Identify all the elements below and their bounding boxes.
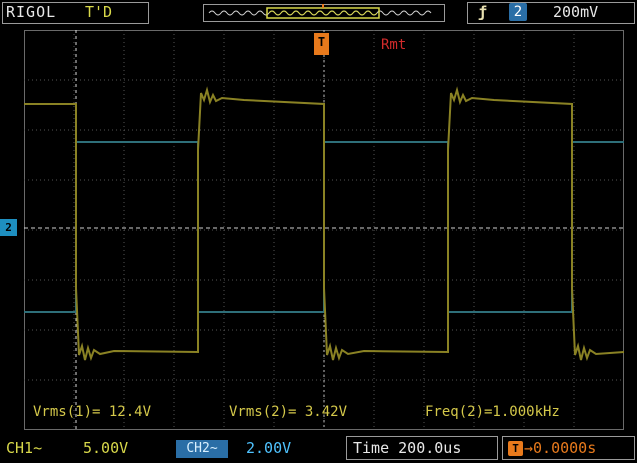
waveform-display[interactable]	[24, 30, 624, 430]
trigger-delay-icon: T	[508, 441, 523, 456]
timebase-readout: Time 200.0us	[353, 439, 462, 457]
trigger-settings-box[interactable]	[467, 2, 635, 24]
ch2-scale: 2.00V	[246, 439, 292, 457]
ch1-label[interactable]: CH1~	[6, 439, 42, 457]
trigger-position-marker[interactable]: T	[314, 33, 329, 55]
measurement-vrms-ch2: Vrms(2)= 3.42V	[229, 404, 348, 420]
rising-edge-icon: ƒ	[478, 3, 488, 21]
measurement-freq-ch2: Freq(2)=1.000kHz	[425, 404, 560, 420]
ch1-scale: 5.00V	[83, 439, 129, 457]
memory-depth-indicator[interactable]	[203, 4, 445, 22]
brand-label: RIGOL	[6, 3, 57, 21]
trigger-delay-value: 0.0000s	[533, 439, 597, 457]
measurement-vrms-ch1: Vrms(1)= 12.4V	[33, 404, 152, 420]
trigger-source-badge: 2	[509, 3, 527, 21]
trigger-level: 200mV	[553, 3, 599, 21]
remote-indicator: Rmt	[381, 37, 407, 53]
trigger-state: T'D	[85, 3, 113, 21]
trigger-delay-readout: →0.0000s	[524, 439, 597, 457]
ch2-label[interactable]: CH2~	[176, 440, 228, 458]
channel-ground-marker[interactable]: 2	[0, 219, 17, 236]
